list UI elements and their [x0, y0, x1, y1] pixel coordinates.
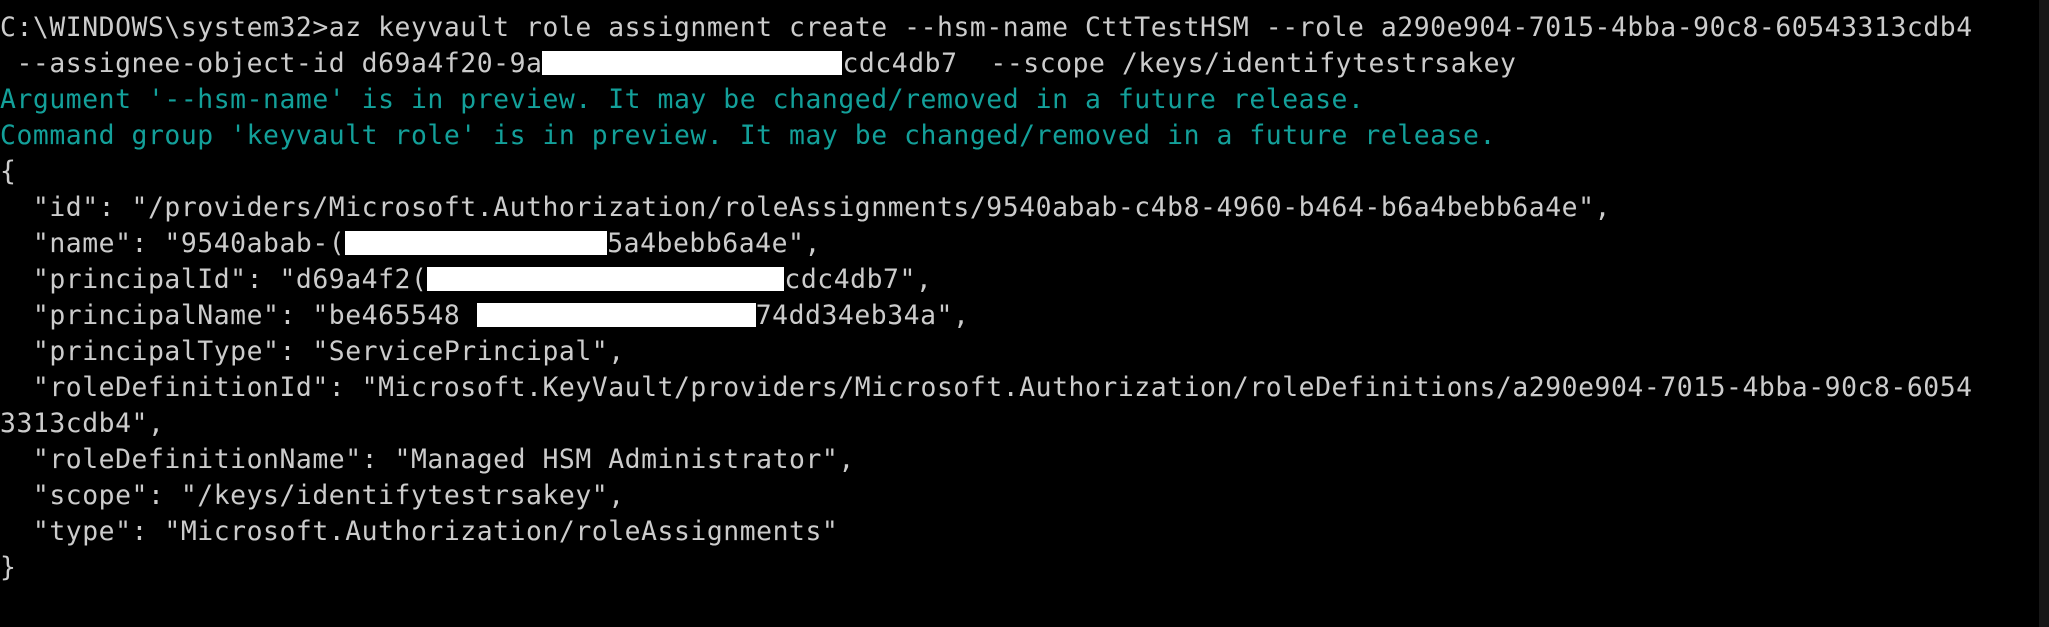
command-line-1: C:\WINDOWS\system32>az keyvault role ass… — [0, 10, 1973, 46]
command-text-part: cdc4db7 --scope /keys/identifytestrsakey — [842, 48, 1517, 79]
json-role-definition-id: "roleDefinitionId": "Microsoft.KeyVault/… — [0, 372, 1973, 403]
terminal-output[interactable]: C:\WINDOWS\system32>az keyvault role ass… — [0, 0, 2039, 627]
command-line-2: --assignee-object-id d69a4f20-9a cdc4db7 … — [0, 46, 1516, 82]
json-close-brace: } — [0, 552, 17, 583]
json-principal-id-start: "principalId": "d69a4f2( — [0, 264, 428, 295]
redaction-box — [345, 231, 608, 255]
json-role-definition-name: "roleDefinitionName": "Managed HSM Admin… — [0, 444, 855, 475]
json-principal-name-start: "principalName": "be465548 — [0, 300, 477, 331]
command-text: az keyvault role assignment create --hsm… — [328, 12, 1973, 43]
json-name: "name": "9540abab-( 5a4bebb6a4e", — [0, 226, 821, 262]
json-principal-id-end: cdc4db7", — [784, 264, 933, 295]
json-scope: "scope": "/keys/identifytestrsakey", — [0, 480, 625, 511]
command-text-part: --assignee-object-id d69a4f20-9a — [0, 48, 543, 79]
json-name-end: 5a4bebb6a4e", — [607, 228, 821, 259]
warning-line: Command group 'keyvault role' is in prev… — [0, 120, 1496, 151]
json-principal-name: "principalName": "be465548 74dd34eb34a", — [0, 298, 969, 334]
vertical-scrollbar[interactable] — [2039, 0, 2049, 627]
redaction-box — [427, 267, 785, 291]
json-name-start: "name": "9540abab-( — [0, 228, 346, 259]
json-role-definition-id-wrap: 3313cdb4", — [0, 408, 165, 439]
redaction-box — [476, 303, 756, 327]
json-principal-name-end: 74dd34eb34a", — [755, 300, 970, 331]
warning-line: Argument '--hsm-name' is in preview. It … — [0, 84, 1365, 115]
json-principal-type: "principalType": "ServicePrincipal", — [0, 336, 625, 367]
json-id: "id": "/providers/Microsoft.Authorizatio… — [0, 192, 1611, 223]
redaction-box — [542, 51, 843, 75]
prompt: C:\WINDOWS\system32> — [0, 12, 329, 43]
json-open-brace: { — [0, 156, 17, 187]
json-principal-id: "principalId": "d69a4f2( cdc4db7", — [0, 262, 932, 298]
json-type: "type": "Microsoft.Authorization/roleAss… — [0, 516, 839, 547]
